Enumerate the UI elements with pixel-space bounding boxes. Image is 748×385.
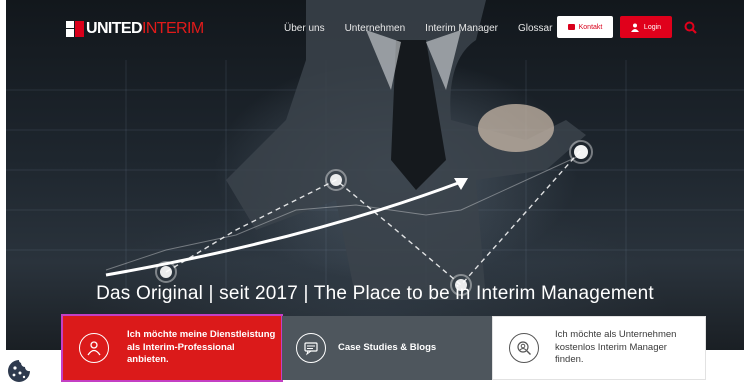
- kontakt-button[interactable]: Kontakt: [557, 16, 613, 38]
- page-frame: UNITEDINTERIM Über uns Unternehmen Inter…: [6, 0, 744, 385]
- main-menu: Über uns Unternehmen Interim Manager Glo…: [284, 23, 572, 34]
- logo-text: UNITEDINTERIM: [86, 21, 204, 37]
- logo-mark-icon: [66, 21, 84, 37]
- nav-item-ueber-uns[interactable]: Über uns: [284, 23, 325, 34]
- search-person-icon: [509, 333, 539, 363]
- login-button[interactable]: Login: [620, 16, 672, 38]
- card-find-manager-text: Ich möchte als Unternehmen kostenlos Int…: [555, 329, 677, 366]
- person-icon: [79, 333, 109, 363]
- logo[interactable]: UNITEDINTERIM: [66, 19, 204, 39]
- nav-item-interim-manager[interactable]: Interim Manager: [425, 23, 498, 34]
- logo-text-interim: INTERIM: [141, 20, 204, 37]
- card-offer-service-text: Ich möchte meine Dienstleistung als Inte…: [127, 329, 276, 366]
- logo-text-united: UNITED: [86, 20, 143, 37]
- message-icon: [567, 24, 575, 30]
- hero-headline: Das Original | seit 2017 | The Place to …: [96, 283, 654, 304]
- hero-banner: UNITEDINTERIM Über uns Unternehmen Inter…: [6, 0, 744, 350]
- user-icon: [630, 23, 639, 32]
- card-offer-service[interactable]: Ich möchte meine Dienstleistung als Inte…: [61, 314, 283, 382]
- cookie-icon[interactable]: [6, 358, 32, 384]
- nav-item-unternehmen[interactable]: Unternehmen: [345, 23, 406, 34]
- top-navigation: UNITEDINTERIM Über uns Unternehmen Inter…: [6, 0, 744, 56]
- card-find-manager[interactable]: Ich möchte als Unternehmen kostenlos Int…: [492, 316, 706, 380]
- search-icon[interactable]: [684, 21, 697, 34]
- login-label: Login: [643, 23, 662, 31]
- card-case-studies-text: Case Studies & Blogs: [338, 341, 437, 353]
- card-case-studies[interactable]: Case Studies & Blogs: [282, 316, 492, 380]
- kontakt-label: Kontakt: [578, 23, 603, 31]
- nav-item-glossar[interactable]: Glossar: [518, 23, 552, 34]
- blog-icon: [296, 333, 326, 363]
